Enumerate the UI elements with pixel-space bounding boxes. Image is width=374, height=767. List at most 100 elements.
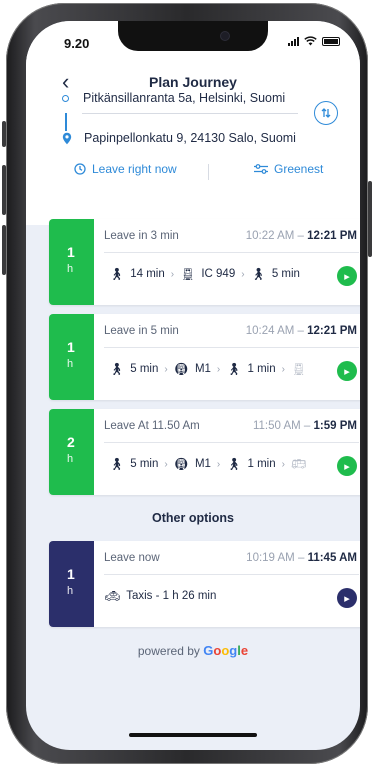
journey-legs: 🚶︎ 14 min › 🚆︎ IC 949 › 🚶︎ 5 min xyxy=(109,267,300,281)
walk-icon: 🚶︎ xyxy=(109,457,125,471)
walk-icon: 🚶︎ xyxy=(109,362,125,376)
arrive-time: 1:59 PM xyxy=(313,420,357,432)
train-icon: 🚆︎ xyxy=(180,267,196,281)
walk-icon: 🚶︎ xyxy=(226,362,242,376)
options-divider xyxy=(208,164,209,180)
phone-frame: 9.20 ‹ Plan Journey Pitkänsillanranta 5a… xyxy=(2,3,372,764)
leg-label: IC 949 xyxy=(201,268,236,280)
clock-icon xyxy=(74,163,86,175)
camera xyxy=(220,31,230,41)
leg-label: 5 min xyxy=(271,268,300,280)
go-button[interactable]: ▸ xyxy=(337,588,357,608)
chevron-right-icon: › xyxy=(241,268,245,280)
duration-badge: 2 h xyxy=(49,409,94,495)
leg-label: 5 min xyxy=(130,363,159,375)
chevron-right-icon: › xyxy=(281,458,285,470)
depart-time: 10:22 AM xyxy=(245,230,295,242)
sort-label: Greenest xyxy=(274,162,324,176)
status-icons xyxy=(288,36,340,46)
arrive-time: 12:21 PM xyxy=(307,325,357,337)
chevron-right-icon: › xyxy=(281,363,285,375)
page-title: Plan Journey xyxy=(149,74,237,90)
leg-label: 5 min xyxy=(130,458,159,470)
depart-time: 11:50 AM xyxy=(252,420,301,432)
chevron-right-icon: › xyxy=(216,363,221,375)
chevron-right-icon: › xyxy=(170,268,175,280)
swap-button[interactable] xyxy=(314,101,338,125)
bus-icon: 🚌︎ xyxy=(290,457,307,471)
go-button[interactable]: ▸ xyxy=(337,361,357,381)
power-button xyxy=(368,181,372,257)
card-divider xyxy=(104,574,359,575)
journey-card[interactable]: 1 h Leave in 3 min 10:22 AM – 12:21 PM 🚶… xyxy=(49,219,360,305)
taxi-icon: 🚕︎ xyxy=(105,589,121,603)
address-divider xyxy=(82,113,298,114)
origin-address: Pitkänsillanranta 5a, Helsinki, Suomi xyxy=(83,91,286,105)
go-button[interactable]: ▸ xyxy=(337,266,357,286)
leg-label: 14 min xyxy=(130,268,165,280)
mute-switch xyxy=(2,121,6,147)
metro-icon: 🚇︎ xyxy=(173,457,189,471)
journey-legs: 🚕︎ Taxis - 1 h 26 min xyxy=(105,589,216,603)
time-range: 10:24 AM – 12:21 PM xyxy=(245,325,357,337)
google-logo: Google xyxy=(203,643,249,658)
volume-down-button xyxy=(2,225,6,275)
duration-unit: h xyxy=(67,263,74,275)
duration-unit: h xyxy=(67,358,74,370)
chevron-right-icon: › xyxy=(216,458,221,470)
journey-legs: 🚶︎ 5 min › 🚇︎ M1 › 🚶︎ 1 min › 🚆︎ xyxy=(109,362,306,376)
status-time: 9.20 xyxy=(64,36,90,51)
duration-badge: 1 h xyxy=(49,314,94,400)
journey-card[interactable]: 1 h Leave in 5 min 10:24 AM – 12:21 PM 🚶… xyxy=(49,314,360,400)
powered-by: powered by Google xyxy=(26,643,360,658)
swap-icon xyxy=(321,108,331,118)
location-pin-icon xyxy=(62,132,72,144)
taxi-card[interactable]: 1 h Leave now 10:19 AM – 11:45 AM 🚕︎ Tax… xyxy=(49,541,360,627)
leave-time-label: Leave right now xyxy=(92,162,177,176)
card-divider xyxy=(104,442,359,443)
origin-row[interactable]: Pitkänsillanranta 5a, Helsinki, Suomi xyxy=(62,91,285,105)
journey-card[interactable]: 2 h Leave At 11.50 Am 11:50 AM – 1:59 PM… xyxy=(49,409,360,495)
duration-value: 1 xyxy=(67,339,75,355)
depart-time: 10:19 AM xyxy=(246,552,295,564)
time-range: 10:22 AM – 12:21 PM xyxy=(245,230,357,242)
leg-label: M1 xyxy=(194,458,211,470)
time-range: 10:19 AM – 11:45 AM xyxy=(246,552,357,564)
notch xyxy=(118,21,268,51)
duration-unit: h xyxy=(67,453,74,465)
chevron-right-icon: › xyxy=(164,363,168,375)
arrive-time: 11:45 AM xyxy=(307,552,357,564)
wifi-icon xyxy=(304,36,317,46)
battery-icon xyxy=(322,36,340,46)
go-button[interactable]: ▸ xyxy=(337,456,357,476)
leave-text: Leave in 3 min xyxy=(104,230,179,242)
walk-icon: 🚶︎ xyxy=(250,267,266,281)
duration-value: 2 xyxy=(67,434,75,450)
duration-value: 1 xyxy=(67,244,75,260)
leg-label: 1 min xyxy=(247,458,276,470)
filter-icon xyxy=(254,164,268,174)
leave-text: Leave in 5 min xyxy=(104,325,179,337)
train-icon: 🚆︎ xyxy=(290,362,307,376)
screen: 9.20 ‹ Plan Journey Pitkänsillanranta 5a… xyxy=(26,21,360,750)
duration-value: 1 xyxy=(67,566,75,582)
duration-badge: 1 h xyxy=(49,541,94,627)
duration-unit: h xyxy=(67,585,74,597)
leave-text: Leave At 11.50 Am xyxy=(104,420,200,432)
leg-label: 1 min xyxy=(247,363,276,375)
depart-time: 10:24 AM xyxy=(245,325,295,337)
other-options-heading: Other options xyxy=(152,511,234,525)
card-divider xyxy=(104,347,359,348)
walk-icon: 🚶︎ xyxy=(109,267,125,281)
arrive-time: 12:21 PM xyxy=(307,230,357,242)
sort-option[interactable]: Greenest xyxy=(254,162,323,176)
destination-row[interactable]: Papinpellonkatu 9, 24130 Salo, Suomi xyxy=(62,131,296,145)
leave-time-option[interactable]: Leave right now xyxy=(74,162,177,176)
options-row: Leave right now Greenest xyxy=(26,162,360,184)
home-indicator[interactable] xyxy=(129,733,257,737)
journey-header: ‹ Plan Journey Pitkänsillanranta 5a, Hel… xyxy=(26,61,360,225)
time-range: 11:50 AM – 1:59 PM xyxy=(252,420,357,432)
duration-badge: 1 h xyxy=(49,219,94,305)
route-line xyxy=(65,113,67,131)
destination-address: Papinpellonkatu 9, 24130 Salo, Suomi xyxy=(84,131,296,145)
